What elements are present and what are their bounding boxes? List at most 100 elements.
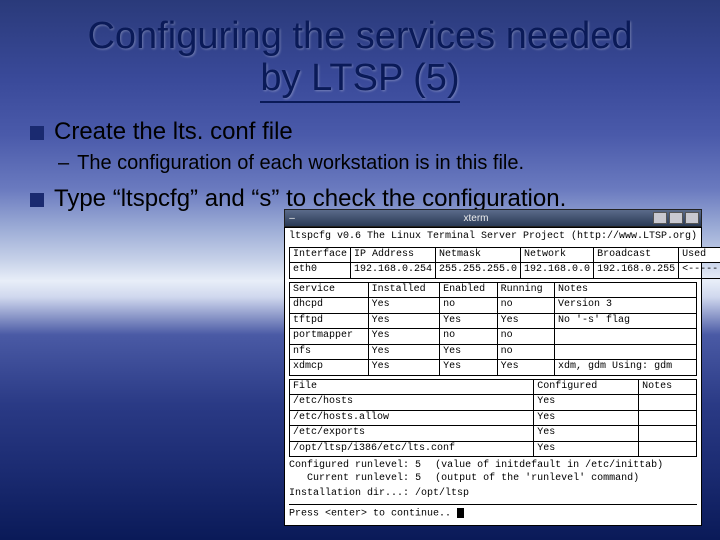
col-header: Netmask xyxy=(436,247,521,263)
cell: Yes xyxy=(534,410,639,426)
program-version: ltspcfg v0.6 xyxy=(289,231,361,244)
cell: 192.168.0.255 xyxy=(594,263,679,279)
title-line-2: by LTSP (5) xyxy=(260,57,459,103)
dash-bullet-icon: – xyxy=(58,152,69,175)
cell: Yes xyxy=(440,344,497,360)
note: (output of the 'runlevel' command) xyxy=(435,473,639,486)
col-header: File xyxy=(290,379,534,395)
cell: no xyxy=(497,344,554,360)
terminal-body: ltspcfg v0.6 The Linux Terminal Server P… xyxy=(284,227,702,526)
table-row: portmapperYesnono xyxy=(290,329,697,345)
note: (value of initdefault in /etc/inittab) xyxy=(435,460,663,473)
title-line-1: Configuring the services needed xyxy=(87,15,632,57)
runlevel-configured: Configured runlevel: 5 (value of initdef… xyxy=(289,460,697,473)
program-banner: The Linux Terminal Server Project (http:… xyxy=(367,231,697,244)
cell: <----- xyxy=(679,263,720,279)
cell xyxy=(639,410,697,426)
col-header: Installed xyxy=(368,282,440,298)
col-header: Enabled xyxy=(440,282,497,298)
cell: Yes xyxy=(534,426,639,442)
label: Configured runlevel: xyxy=(289,460,409,471)
col-header: Interface xyxy=(290,247,351,263)
cell xyxy=(639,441,697,457)
col-header: IP Address xyxy=(351,247,436,263)
cell: no xyxy=(497,298,554,314)
cell: /opt/ltsp/i386/etc/lts.conf xyxy=(290,441,534,457)
cell: 192.168.0.254 xyxy=(351,263,436,279)
runlevel-current: Current runlevel: 5 (output of the 'runl… xyxy=(289,473,697,486)
cell xyxy=(639,395,697,411)
slide-title: Configuring the services needed by LTSP … xyxy=(0,0,720,100)
cell: No '-s' flag xyxy=(555,313,697,329)
table-row: eth0 192.168.0.254 255.255.255.0 192.168… xyxy=(290,263,720,279)
maximize-icon xyxy=(669,212,683,224)
table-row: /etc/exportsYes xyxy=(290,426,697,442)
cell: /etc/hosts.allow xyxy=(290,410,534,426)
col-header: Running xyxy=(497,282,554,298)
cell: dhcpd xyxy=(290,298,369,314)
cursor-icon xyxy=(457,508,464,518)
minimize-icon xyxy=(653,212,667,224)
cell: xdm, gdm Using: gdm xyxy=(555,360,697,376)
prompt-line: Press <enter> to continue.. xyxy=(289,508,697,521)
cell: Yes xyxy=(368,360,440,376)
cell: Version 3 xyxy=(555,298,697,314)
close-icon xyxy=(685,212,699,224)
table-row: tftpdYesYesYesNo '-s' flag xyxy=(290,313,697,329)
col-header: Notes xyxy=(639,379,697,395)
table-row: nfsYesYesno xyxy=(290,344,697,360)
files-table: File Configured Notes /etc/hostsYes /etc… xyxy=(289,379,697,458)
cell: Yes xyxy=(534,395,639,411)
col-header: Configured xyxy=(534,379,639,395)
prompt-text: Press <enter> to continue.. xyxy=(289,509,451,520)
slide-body: Create the lts. conf file – The configur… xyxy=(0,100,720,213)
services-table: Service Installed Enabled Running Notes … xyxy=(289,282,697,376)
cell: tftpd xyxy=(290,313,369,329)
cell: portmapper xyxy=(290,329,369,345)
cell: 192.168.0.0 xyxy=(521,263,594,279)
table-row: dhcpdYesnonoVersion 3 xyxy=(290,298,697,314)
table-row: /opt/ltsp/i386/etc/lts.confYes xyxy=(290,441,697,457)
table-row: /etc/hosts.allowYes xyxy=(290,410,697,426)
label: Current runlevel: xyxy=(307,473,409,484)
cell: Yes xyxy=(368,344,440,360)
square-bullet-icon xyxy=(30,126,44,140)
col-header: Broadcast xyxy=(594,247,679,263)
cell: /etc/hosts xyxy=(290,395,534,411)
cell: 255.255.255.0 xyxy=(436,263,521,279)
bullet-text: Create the lts. conf file xyxy=(54,118,293,146)
cell: no xyxy=(440,329,497,345)
bullet-item: Create the lts. conf file xyxy=(30,118,690,146)
square-bullet-icon xyxy=(30,193,44,207)
col-header: Service xyxy=(290,282,369,298)
cell: Yes xyxy=(368,298,440,314)
value: 5 xyxy=(415,473,421,484)
cell xyxy=(639,426,697,442)
cell: nfs xyxy=(290,344,369,360)
cell: eth0 xyxy=(290,263,351,279)
cell: Yes xyxy=(440,313,497,329)
cell: Yes xyxy=(368,329,440,345)
col-header: Network xyxy=(521,247,594,263)
cell xyxy=(555,329,697,345)
terminal-screenshot: – xterm ltspcfg v0.6 The Linux Terminal … xyxy=(284,209,702,526)
cell xyxy=(555,344,697,360)
cell: xdmcp xyxy=(290,360,369,376)
value: /opt/ltsp xyxy=(415,488,469,499)
cell: /etc/exports xyxy=(290,426,534,442)
separator-line xyxy=(289,504,697,505)
table-row: /etc/hostsYes xyxy=(290,395,697,411)
install-dir: Installation dir...: /opt/ltsp xyxy=(289,488,697,501)
cell: no xyxy=(497,329,554,345)
cell: Yes xyxy=(534,441,639,457)
label: Installation dir...: xyxy=(289,488,409,499)
window-titlebar: – xterm xyxy=(284,209,702,227)
interface-table: Interface IP Address Netmask Network Bro… xyxy=(289,247,720,279)
cell: Yes xyxy=(440,360,497,376)
cell: Yes xyxy=(497,313,554,329)
cell: Yes xyxy=(368,313,440,329)
col-header: Notes xyxy=(555,282,697,298)
cell: Yes xyxy=(497,360,554,376)
table-row: xdmcpYesYesYesxdm, gdm Using: gdm xyxy=(290,360,697,376)
cell: no xyxy=(440,298,497,314)
